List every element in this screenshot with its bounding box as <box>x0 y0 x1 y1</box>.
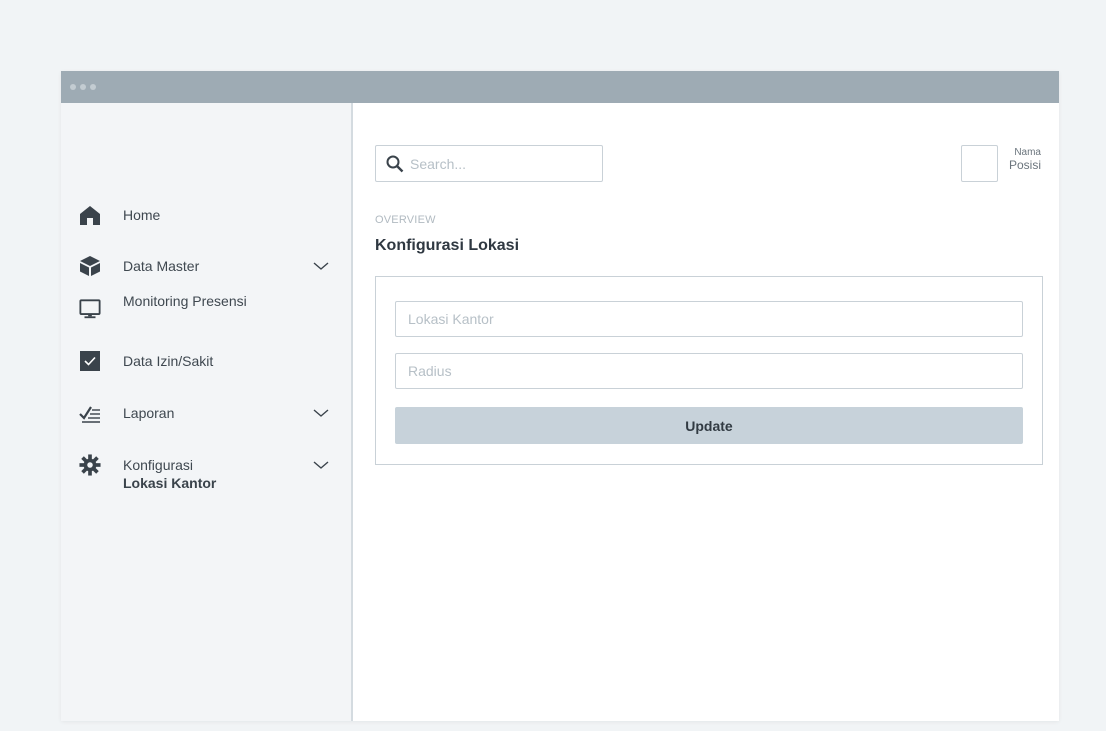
sidebar-item-label: Data Master <box>123 258 200 274</box>
sidebar-item-label: Monitoring Presensi <box>123 293 247 309</box>
sidebar-item-home[interactable]: Home <box>61 197 351 233</box>
office-location-field[interactable] <box>395 301 1023 337</box>
search-icon <box>386 155 404 172</box>
window-maximize-dot[interactable] <box>90 84 96 90</box>
gear-icon <box>79 454 101 476</box>
monitor-icon <box>79 298 101 320</box>
main-content: Nama Posisi OVERVIEW Konfigurasi Lokasi … <box>355 103 1059 721</box>
sidebar-item-laporan[interactable]: Laporan <box>61 395 351 431</box>
sidebar-item-monitoring-presensi[interactable]: Monitoring Presensi <box>61 291 351 327</box>
user-name: Nama <box>1014 147 1041 158</box>
avatar[interactable] <box>961 145 998 182</box>
sidebar: Home Data Master Monitoring Presensi Dat… <box>61 103 353 721</box>
home-icon <box>79 204 101 226</box>
sidebar-subitem-lokasi-kantor[interactable]: Lokasi Kantor <box>123 475 216 491</box>
sidebar-item-label: Data Izin/Sakit <box>123 353 214 369</box>
window-titlebar <box>61 71 1059 103</box>
location-config-form: Update <box>375 276 1043 465</box>
window-minimize-dot[interactable] <box>80 84 86 90</box>
chevron-down-icon[interactable] <box>313 261 329 271</box>
search-input[interactable] <box>410 155 590 172</box>
sidebar-item-label: Home <box>123 207 161 223</box>
box-icon <box>79 255 101 277</box>
radius-field[interactable] <box>395 353 1023 389</box>
user-position: Posisi <box>1008 157 1041 172</box>
chevron-down-icon[interactable] <box>313 460 329 470</box>
sidebar-item-label: Laporan <box>123 405 175 421</box>
search-box[interactable] <box>375 145 603 182</box>
app-window: Home Data Master Monitoring Presensi Dat… <box>61 71 1059 721</box>
page-title: Konfigurasi Lokasi <box>375 237 520 254</box>
chevron-down-icon[interactable] <box>313 408 329 418</box>
section-overline: OVERVIEW <box>375 214 436 226</box>
user-info: Nama Posisi <box>1001 147 1041 172</box>
update-button[interactable]: Update <box>395 407 1023 444</box>
sidebar-item-data-izin-sakit[interactable]: Data Izin/Sakit <box>61 343 351 379</box>
sidebar-item-data-master[interactable]: Data Master <box>61 248 351 284</box>
sidebar-item-label: Konfigurasi <box>123 457 194 473</box>
checklist-icon <box>79 402 101 424</box>
checkbox-icon <box>79 350 101 372</box>
window-close-dot[interactable] <box>70 84 76 90</box>
